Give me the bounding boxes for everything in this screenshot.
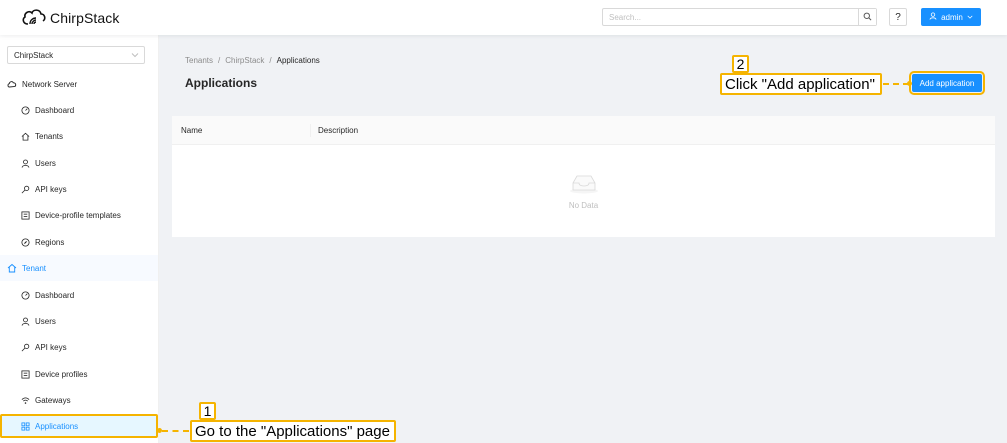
chirpstack-logo[interactable]: ChirpStack (21, 8, 119, 28)
sidebar-item-label: Tenants (35, 131, 64, 141)
empty-inbox-icon (568, 172, 600, 196)
sidebar-item-label: Device profiles (35, 369, 88, 379)
sidebar-item-ns-api-keys[interactable]: API keys (0, 176, 158, 202)
sidebar-item-tenant-api-keys[interactable]: API keys (0, 334, 158, 360)
chevron-down-icon (131, 51, 139, 61)
home-icon (7, 263, 17, 273)
applications-table: Name Description No Data (172, 116, 995, 237)
step-2-connector (883, 83, 909, 85)
sidebar-item-label: Applications (35, 421, 79, 431)
wifi-icon (20, 395, 30, 405)
sidebar-item-label: Dashboard (35, 105, 75, 115)
search-box (602, 8, 877, 26)
sidebar-item-gateways[interactable]: Gateways (0, 387, 158, 413)
step-1-callout: Go to the "Applications" page (190, 420, 396, 442)
sidebar-item-label: Users (35, 316, 56, 326)
menu-group-label: Network Server (22, 79, 78, 89)
menu-group-network-server[interactable]: Network Server (0, 71, 158, 97)
breadcrumb-separator: / (269, 56, 272, 65)
user-icon (20, 316, 30, 326)
breadcrumb-applications: Applications (276, 56, 320, 65)
column-header-name[interactable]: Name (181, 126, 202, 135)
sidebar: ChirpStack Network Server Dashboard Tena… (0, 35, 159, 443)
sidebar-item-device-profile-templates[interactable]: Device-profile templates (0, 202, 158, 228)
sidebar-item-tenant-users[interactable]: Users (0, 308, 158, 334)
help-button[interactable]: ? (889, 8, 907, 26)
step-2-connector-dot (907, 81, 912, 86)
tenant-select[interactable]: ChirpStack (7, 46, 145, 64)
step-1-text: Go to the "Applications" page (195, 422, 390, 440)
table-header: Name Description (172, 116, 995, 145)
add-application-button[interactable]: Add application (909, 71, 985, 95)
breadcrumb-tenants[interactable]: Tenants (185, 56, 213, 65)
sidebar-item-label: Gateways (35, 395, 71, 405)
user-icon (929, 12, 937, 22)
cloud-logo-icon (21, 7, 47, 29)
sidebar-item-label: API keys (35, 184, 67, 194)
step-1-connector (162, 430, 189, 432)
sidebar-item-label: Users (35, 158, 56, 168)
sidebar-item-label: Regions (35, 237, 65, 247)
step-2-number: 2 (732, 55, 749, 73)
dashboard-icon (20, 105, 30, 115)
breadcrumb-separator: / (218, 56, 221, 65)
tenant-select-value: ChirpStack (14, 50, 54, 60)
logo-text: ChirpStack (50, 10, 120, 26)
dashboard-icon (20, 290, 30, 300)
sidebar-item-device-profiles[interactable]: Device profiles (0, 361, 158, 387)
sidebar-item-label: Dashboard (35, 290, 75, 300)
step-2-callout: Click "Add application" (720, 73, 882, 95)
key-icon (20, 342, 30, 352)
sidebar-item-ns-dashboard[interactable]: Dashboard (0, 97, 158, 123)
menu-group-label: Tenant (22, 263, 47, 273)
sidebar-item-applications[interactable]: Applications (0, 414, 158, 438)
search-input[interactable] (603, 9, 858, 25)
sidebar-item-tenants[interactable]: Tenants (0, 123, 158, 149)
compass-icon (20, 237, 30, 247)
sidebar-item-tenant-dashboard[interactable]: Dashboard (0, 282, 158, 308)
column-header-description[interactable]: Description (318, 126, 358, 135)
search-icon (863, 12, 872, 23)
step-1-number: 1 (199, 402, 216, 420)
profile-icon (20, 369, 30, 379)
user-menu-button[interactable]: admin (921, 8, 981, 26)
appstore-icon (20, 421, 30, 431)
user-icon (20, 158, 30, 168)
page-title: Applications (185, 76, 258, 90)
empty-text: No Data (568, 201, 599, 210)
key-icon (20, 184, 30, 194)
sidebar-item-ns-users[interactable]: Users (0, 150, 158, 176)
search-button[interactable] (858, 9, 876, 25)
breadcrumb-chirpstack[interactable]: ChirpStack (225, 56, 264, 65)
menu-group-tenant[interactable]: Tenant (0, 255, 158, 281)
column-divider (310, 124, 311, 137)
sidebar-item-label: Device-profile templates (35, 210, 121, 220)
empty-state: No Data (172, 145, 995, 237)
chevron-down-icon (967, 13, 973, 22)
home-icon (20, 131, 30, 141)
sidebar-item-label: API keys (35, 342, 67, 352)
top-header: ChirpStack ? admin (0, 0, 1007, 35)
breadcrumb: Tenants / ChirpStack / Applications (185, 56, 320, 65)
cloud-icon (7, 79, 17, 89)
sidebar-item-regions[interactable]: Regions (0, 229, 158, 255)
user-name: admin (941, 12, 963, 22)
profile-icon (20, 210, 30, 220)
step-2-text: Click "Add application" (725, 75, 875, 93)
